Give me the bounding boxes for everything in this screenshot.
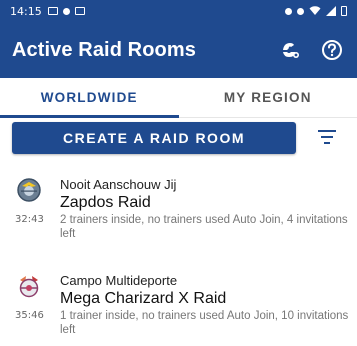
app-notification-icon bbox=[62, 7, 70, 15]
list-item[interactable]: 32:43 Nooit Aanschouw Jij Zapdos Raid 2 … bbox=[0, 168, 357, 264]
raid-room-detail: 1 trainer inside, no trainers used Auto … bbox=[60, 310, 349, 336]
filter-icon[interactable] bbox=[318, 130, 336, 144]
create-raid-room-button[interactable]: CREATE A RAID ROOM bbox=[12, 122, 296, 154]
raid-location: Nooit Aanschouw Jij bbox=[60, 177, 177, 192]
raid-room-list: 32:43 Nooit Aanschouw Jij Zapdos Raid 2 … bbox=[0, 168, 357, 346]
mute-icon bbox=[297, 7, 304, 15]
raid-boss-name: Zapdos Raid bbox=[60, 194, 151, 211]
mail-notification-icon bbox=[74, 7, 85, 15]
list-item[interactable]: 35:46 Campo Multideporte Mega Charizard … bbox=[0, 264, 357, 346]
pokemon-filter-icon[interactable] bbox=[279, 39, 301, 61]
app-bar: Active Raid Rooms bbox=[0, 22, 357, 78]
raid-timer: 32:43 bbox=[15, 214, 44, 225]
alarm-icon bbox=[285, 7, 292, 15]
status-time: 14:15 bbox=[10, 4, 42, 18]
raid-room-detail: 2 trainers inside, no trainers used Auto… bbox=[60, 214, 348, 240]
raid-location: Campo Multideporte bbox=[60, 273, 178, 288]
tab-bar: WORLDWIDE MY REGION bbox=[0, 78, 357, 118]
raid-timer: 35:46 bbox=[15, 310, 44, 321]
signal-icon bbox=[326, 6, 336, 16]
status-bar: 14:15 bbox=[0, 0, 357, 22]
raid-boss-name: Mega Charizard X Raid bbox=[60, 290, 227, 307]
help-icon[interactable] bbox=[321, 39, 343, 61]
mega-charizard-raid-icon bbox=[19, 276, 39, 298]
page-title: Active Raid Rooms bbox=[12, 38, 196, 61]
tab-my-region[interactable]: MY REGION bbox=[179, 78, 357, 117]
create-row: CREATE A RAID ROOM bbox=[0, 122, 357, 156]
battery-icon bbox=[341, 6, 347, 16]
zapdos-raid-icon bbox=[17, 178, 41, 202]
tab-worldwide[interactable]: WORLDWIDE bbox=[0, 78, 179, 118]
gallery-notification-icon bbox=[47, 7, 58, 15]
wifi-icon bbox=[309, 6, 321, 15]
